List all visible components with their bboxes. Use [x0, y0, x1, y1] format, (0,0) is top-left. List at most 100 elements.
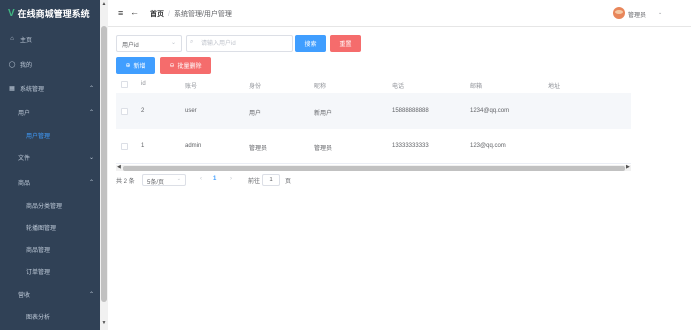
sidebar-item-revenue[interactable]: 营收 ⌃	[0, 288, 100, 300]
cell-phone: 15888888888	[392, 108, 429, 114]
batch-delete-button-label: 批量删除	[177, 64, 202, 70]
sidebar-item-home[interactable]: ⌂ 主页	[0, 33, 100, 45]
sidebar-item-label: 系统管理	[20, 86, 45, 93]
select-value: 用户id	[122, 43, 139, 49]
column-header-role[interactable]: 身份	[249, 81, 261, 90]
plus-circle-icon: ⊕	[125, 63, 131, 69]
cell-role: 管理员	[249, 146, 268, 152]
cell-nickname: 管理员	[314, 146, 333, 152]
avatar[interactable]	[613, 7, 625, 19]
table-header: id 账号 身份 昵称 电话 邮箱 地址	[116, 77, 631, 92]
search-button[interactable]: 搜索	[295, 35, 326, 52]
sidebar-item-file[interactable]: 文件 ⌄	[0, 151, 100, 163]
cell-account: user	[185, 108, 197, 114]
column-header-address[interactable]: 地址	[548, 81, 560, 90]
row-checkbox[interactable]	[121, 143, 128, 150]
username[interactable]: 管理员	[628, 10, 646, 19]
sidebar-item-goods-management[interactable]: 商品管理	[0, 243, 100, 255]
scroll-right-arrow-icon[interactable]: ▶	[626, 164, 630, 170]
pagination-total: 共 2 条	[116, 179, 135, 185]
user-icon: ◯	[8, 61, 16, 68]
batch-delete-button[interactable]: ⊖ 批量删除	[160, 57, 211, 74]
scroll-up-arrow-icon[interactable]: ▲	[101, 1, 107, 7]
chevron-down-icon: ⌄	[88, 154, 94, 161]
back-arrow-icon[interactable]: ←	[130, 7, 139, 17]
sidebar-item-user-management[interactable]: 用户管理	[0, 129, 100, 141]
page-size-select[interactable]: 5条/页 ⌄	[142, 174, 186, 186]
sidebar-item-chart-analysis[interactable]: 图表分析	[0, 310, 100, 322]
sidebar-item-user[interactable]: 用户 ⌃	[0, 106, 100, 118]
goto-label: 前往	[248, 179, 261, 185]
scroll-left-arrow-icon[interactable]: ◀	[117, 164, 121, 170]
sidebar-item-label: 文件	[18, 155, 31, 162]
breadcrumb-separator: /	[168, 11, 170, 18]
sidebar-item-carousel[interactable]: 轮播图管理	[0, 221, 100, 233]
prev-page-icon[interactable]: ‹	[200, 176, 202, 182]
sidebar: V 在线商城管理系统 ⌂ 主页 ◯ 我的 ▦ 系统管理 ⌃ 用户 ⌃ 用户管理 …	[0, 0, 108, 330]
page-unit-label: 页	[285, 179, 292, 185]
select-all-checkbox[interactable]	[121, 81, 128, 88]
sidebar-item-label: 主页	[20, 37, 33, 44]
breadcrumb-home[interactable]: 首页	[150, 11, 164, 18]
sidebar-item-label: 营收	[18, 292, 31, 299]
cell-email: 123@qq.com	[470, 143, 506, 149]
table-row[interactable]: 2 user 用户 新用户 15888888888 1234@qq.com	[116, 93, 631, 129]
sidebar-item-label: 轮播图管理	[26, 225, 57, 232]
chevron-up-icon: ⌃	[88, 85, 94, 92]
sidebar-item-label: 商品分类管理	[26, 203, 63, 210]
minus-circle-icon: ⊖	[169, 63, 175, 69]
column-header-phone[interactable]: 电话	[392, 81, 404, 90]
column-header-id[interactable]: id	[141, 81, 146, 87]
cell-id: 1	[141, 143, 145, 149]
sidebar-item-mine[interactable]: ◯ 我的	[0, 58, 100, 70]
sidebar-item-label: 图表分析	[26, 314, 51, 321]
chevron-up-icon: ⌃	[88, 179, 94, 186]
sidebar-item-goods[interactable]: 商品 ⌃	[0, 176, 100, 188]
add-button-label: 新增	[133, 64, 146, 70]
sidebar-item-label: 商品	[18, 180, 31, 187]
sidebar-item-orders[interactable]: 订单管理	[0, 265, 100, 277]
scroll-down-arrow-icon[interactable]: ▼	[101, 320, 107, 326]
add-button[interactable]: ⊕ 新增	[116, 57, 155, 74]
sidebar-item-label: 用户	[18, 110, 31, 117]
reset-button[interactable]: 重置	[330, 35, 361, 52]
column-header-nickname[interactable]: 昵称	[314, 81, 326, 90]
cell-nickname: 新用户	[314, 111, 333, 117]
app-title: 在线商城管理系统	[17, 9, 90, 19]
cell-phone: 13333333333	[392, 143, 429, 149]
sidebar-item-system[interactable]: ▦ 系统管理 ⌃	[0, 82, 100, 94]
sidebar-item-category[interactable]: 商品分类管理	[0, 199, 100, 211]
menu-toggle-icon[interactable]: ≡	[118, 8, 123, 18]
sidebar-item-label: 订单管理	[26, 269, 51, 276]
search-input[interactable]	[186, 35, 293, 52]
column-header-account[interactable]: 账号	[185, 81, 197, 90]
chevron-down-icon: ⌄	[170, 40, 176, 46]
search-icon: ⌕	[190, 39, 194, 45]
sidebar-item-label: 商品管理	[26, 247, 51, 254]
row-checkbox[interactable]	[121, 108, 128, 115]
goto-page-input[interactable]	[262, 174, 280, 186]
chevron-down-icon[interactable]: ⌄	[658, 10, 662, 16]
sidebar-item-label: 我的	[20, 62, 33, 69]
breadcrumb-current: 系统管理/用户管理	[173, 11, 232, 18]
table-row[interactable]: 1 admin 管理员 管理员 13333333333 123@qq.com	[116, 129, 631, 164]
home-icon: ⌂	[10, 36, 14, 42]
chevron-down-icon: ⌄	[176, 176, 181, 182]
chevron-up-icon: ⌃	[88, 109, 94, 116]
table-scrollbar-thumb[interactable]	[123, 166, 625, 171]
header: ≡ ← 首页 / 系统管理/用户管理	[108, 0, 691, 27]
sidebar-item-label: 用户管理	[26, 133, 51, 140]
grid-icon: ▦	[9, 85, 15, 92]
vue-logo-icon: V	[8, 8, 15, 19]
search-field-select[interactable]: 用户id ⌄	[116, 35, 182, 52]
next-page-icon[interactable]: ›	[230, 176, 232, 182]
cell-account: admin	[185, 143, 202, 149]
page-size-value: 5条/页	[147, 180, 165, 186]
breadcrumb: 首页 / 系统管理/用户管理	[150, 9, 232, 19]
sidebar-scrollbar-thumb[interactable]	[101, 26, 107, 302]
app-logo[interactable]: V 在线商城管理系统	[0, 0, 108, 27]
cell-role: 用户	[249, 111, 262, 117]
page-number-current[interactable]: 1	[213, 176, 216, 182]
column-header-email[interactable]: 邮箱	[470, 81, 482, 90]
cell-id: 2	[141, 108, 145, 114]
